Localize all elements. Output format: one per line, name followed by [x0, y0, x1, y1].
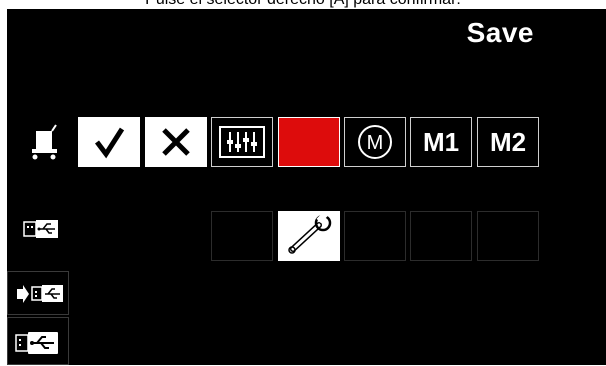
- memory-2-button[interactable]: M2: [477, 117, 539, 167]
- settings-button[interactable]: [211, 117, 273, 167]
- usb-drive-icon: [15, 332, 58, 354]
- usb-slot-4[interactable]: [477, 211, 539, 261]
- circled-m-icon: M: [358, 125, 392, 159]
- selected-slot[interactable]: [278, 117, 340, 167]
- x-icon: [162, 128, 190, 156]
- memory-1-button[interactable]: M1: [410, 117, 472, 167]
- caption: Pulse el selector derecho [A] para confi…: [0, 0, 606, 9]
- sliders-icon: [219, 126, 265, 158]
- wrench-icon: [288, 215, 332, 254]
- svg-text:M: M: [367, 132, 384, 154]
- confirm-button[interactable]: [78, 117, 140, 167]
- usb-slot-1[interactable]: [211, 211, 273, 261]
- cart-icon[interactable]: [23, 117, 65, 163]
- usb-icon[interactable]: [21, 215, 61, 243]
- usb-drive-tab[interactable]: [7, 317, 69, 365]
- memory-button[interactable]: M: [344, 117, 406, 167]
- usb-import-tab[interactable]: [7, 271, 69, 315]
- usb-slot-2[interactable]: [344, 211, 406, 261]
- memory-2-label: M2: [489, 126, 527, 157]
- usb-slot-3[interactable]: [410, 211, 472, 261]
- checkmark-icon: [95, 127, 125, 159]
- usb-import-icon: [17, 285, 63, 303]
- page-title: Save: [466, 17, 534, 48]
- machine-screen: Save M M1 M2: [7, 9, 606, 365]
- memory-1-label: M1: [422, 126, 460, 157]
- wrench-button[interactable]: [278, 211, 340, 261]
- cancel-button[interactable]: [145, 117, 207, 167]
